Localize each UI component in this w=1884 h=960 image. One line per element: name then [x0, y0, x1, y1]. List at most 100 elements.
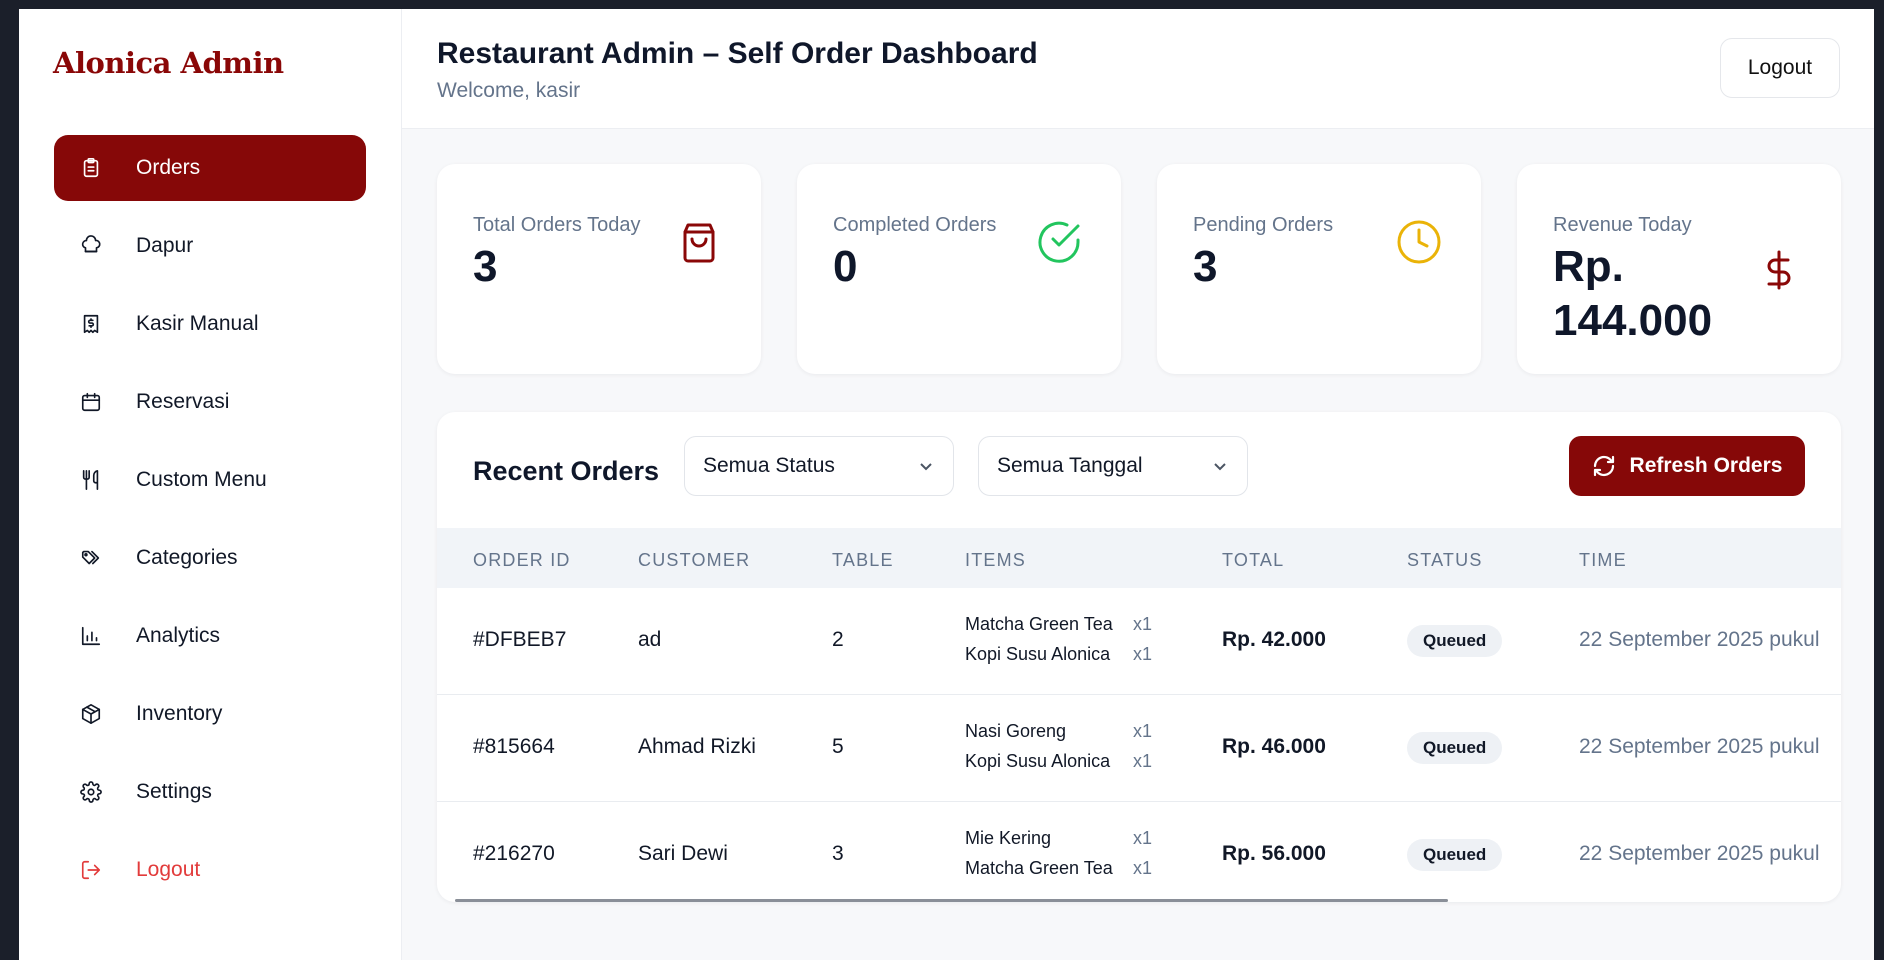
sidebar-item-label: Orders	[136, 156, 201, 179]
stat-label: Completed Orders	[833, 214, 997, 236]
customer-name: ad	[638, 628, 662, 651]
sidebar-item-settings[interactable]: Settings	[54, 759, 366, 825]
recent-orders-title: Recent Orders	[473, 456, 660, 486]
clock-icon	[1395, 218, 1443, 266]
sidebar-item-logout[interactable]: Logout	[54, 837, 366, 903]
order-time: 22 September 2025 pukul	[1579, 842, 1820, 865]
item-name: Kopi Susu Alonica	[965, 644, 1111, 664]
table-row[interactable]: #815664 Ahmad Rizki 5 Nasi Goreng x1 Kopi…	[437, 695, 1841, 802]
calendar-icon	[78, 389, 104, 415]
stat-label: Revenue Today	[1553, 214, 1692, 236]
sidebar-item-analytics[interactable]: Analytics	[54, 603, 366, 669]
status-filter-value: Semua Status	[703, 454, 835, 477]
sidebar-item-label: Reservasi	[136, 390, 230, 413]
stat-label: Pending Orders	[1193, 214, 1334, 236]
sidebar-item-label: Categories	[136, 546, 238, 569]
horizontal-scrollbar[interactable]	[455, 899, 1448, 902]
order-item: Mie Kering x1	[965, 828, 1155, 858]
refresh-orders-button[interactable]: Refresh Orders	[1569, 436, 1805, 496]
stats-cards: Total Orders Today 3 Completed Orders 0 …	[437, 164, 1841, 374]
item-qty: x1	[1133, 858, 1153, 878]
order-id: #216270	[473, 842, 555, 865]
column-header-total: Total	[1222, 550, 1285, 570]
order-id: #DFBEB7	[473, 628, 567, 651]
app-window: Alonica Admin Orders Dapur Kasir Manual …	[19, 9, 1874, 960]
chevron-down-icon	[917, 457, 935, 475]
column-header-time: Time	[1579, 550, 1627, 570]
table-row[interactable]: #DFBEB7 ad 2 Matcha Green Tea x1 Kopi Sus…	[437, 588, 1841, 695]
order-items: Nasi Goreng x1 Kopi Susu Alonica x1	[965, 721, 1155, 781]
sidebar-item-orders[interactable]: Orders	[54, 135, 366, 201]
status-badge: Queued	[1407, 625, 1503, 657]
package-icon	[78, 701, 104, 727]
stat-card-pending-orders: Pending Orders 3	[1157, 164, 1481, 374]
table-number: 3	[832, 842, 844, 865]
order-time: 22 September 2025 pukul	[1579, 628, 1820, 651]
sidebar-item-label: Custom Menu	[136, 468, 267, 491]
tags-icon	[78, 545, 104, 571]
order-item: Kopi Susu Alonica x1	[965, 644, 1155, 674]
status-badge: Queued	[1407, 839, 1503, 871]
order-total: Rp. 46.000	[1222, 735, 1326, 758]
order-item: Matcha Green Tea x1	[965, 614, 1155, 644]
item-qty: x1	[1133, 614, 1153, 634]
bar-chart-icon	[78, 623, 104, 649]
order-total: Rp. 42.000	[1222, 628, 1326, 651]
sidebar-nav: Orders Dapur Kasir Manual Reservasi Cust…	[54, 135, 366, 915]
table-number: 2	[832, 628, 844, 651]
sidebar-item-custom-menu[interactable]: Custom Menu	[54, 447, 366, 513]
order-item: Matcha Green Tea x1	[965, 858, 1155, 888]
main-content: Restaurant Admin – Self Order Dashboard …	[402, 9, 1874, 960]
stat-card-revenue: Revenue Today Rp. 144.000	[1517, 164, 1841, 374]
stat-value: 0	[833, 242, 858, 291]
order-total: Rp. 56.000	[1222, 842, 1326, 865]
utensils-icon	[78, 467, 104, 493]
sidebar-item-label: Kasir Manual	[136, 312, 259, 335]
order-items: Mie Kering x1 Matcha Green Tea x1	[965, 828, 1155, 888]
sidebar-item-label: Analytics	[136, 624, 221, 647]
customer-name: Sari Dewi	[638, 842, 728, 865]
sidebar-item-label: Dapur	[136, 234, 194, 257]
item-name: Mie Kering	[965, 828, 1052, 848]
chevron-down-icon	[1211, 457, 1229, 475]
sidebar-item-label: Inventory	[136, 702, 223, 725]
order-items: Matcha Green Tea x1 Kopi Susu Alonica x1	[965, 614, 1155, 674]
sidebar-item-reservasi[interactable]: Reservasi	[54, 369, 366, 435]
shopping-bag-icon	[675, 218, 723, 266]
sidebar-item-dapur[interactable]: Dapur	[54, 213, 366, 279]
gear-icon	[78, 779, 104, 805]
sidebar-item-inventory[interactable]: Inventory	[54, 681, 366, 747]
check-circle-icon	[1035, 218, 1083, 266]
logout-icon	[78, 857, 104, 883]
stat-value: Rp. 144.000	[1553, 242, 1713, 345]
order-id: #815664	[473, 735, 555, 758]
table-number: 5	[832, 735, 844, 758]
welcome-text: Welcome, kasir	[437, 79, 581, 102]
item-name: Matcha Green Tea	[965, 858, 1113, 878]
order-time: 22 September 2025 pukul	[1579, 735, 1820, 758]
item-qty: x1	[1133, 751, 1153, 771]
order-item: Kopi Susu Alonica x1	[965, 751, 1155, 781]
column-header-customer: Customer	[638, 550, 751, 570]
date-filter-value: Semua Tanggal	[997, 454, 1143, 477]
sidebar-item-label: Settings	[136, 780, 212, 803]
column-header-order-id: Order ID	[473, 550, 571, 570]
sidebar-item-label: Logout	[136, 858, 201, 881]
order-item: Nasi Goreng x1	[965, 721, 1155, 751]
item-qty: x1	[1133, 828, 1153, 848]
chef-hat-icon	[78, 233, 104, 259]
logout-button[interactable]: Logout	[1720, 38, 1840, 98]
sidebar-item-kasir-manual[interactable]: Kasir Manual	[54, 291, 366, 357]
item-name: Nasi Goreng	[965, 721, 1067, 741]
date-filter-select[interactable]: Semua Tanggal	[978, 436, 1248, 496]
status-filter-select[interactable]: Semua Status	[684, 436, 954, 496]
sidebar: Alonica Admin Orders Dapur Kasir Manual …	[19, 9, 402, 960]
receipt-icon	[78, 311, 104, 337]
table-row[interactable]: #216270 Sari Dewi 3 Mie Kering x1 Matcha …	[437, 802, 1841, 902]
stat-label: Total Orders Today	[473, 214, 641, 236]
customer-name: Ahmad Rizki	[638, 735, 756, 758]
stat-card-completed-orders: Completed Orders 0	[797, 164, 1121, 374]
sidebar-item-categories[interactable]: Categories	[54, 525, 366, 591]
column-header-items: Items	[965, 550, 1027, 570]
refresh-orders-label: Refresh Orders	[1629, 454, 1783, 477]
